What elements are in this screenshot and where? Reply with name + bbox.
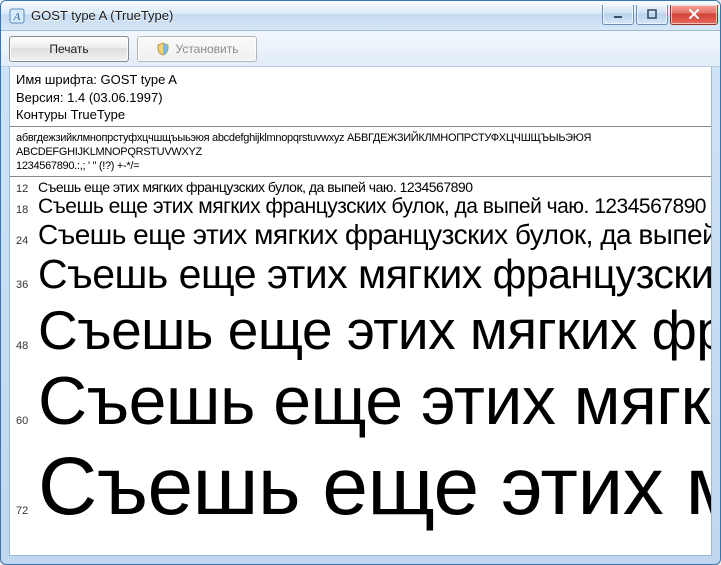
sample-size-label: 48 — [16, 340, 38, 352]
client-area: Имя шрифта: GOST type A Версия: 1.4 (03.… — [9, 67, 712, 556]
install-label: Установить — [176, 42, 239, 56]
sample-size-label: 12 — [16, 183, 38, 195]
sample-row: 18Съешь еще этих мягких французских було… — [10, 195, 711, 219]
sample-row: 60Съешь еще этих мягких французских було… — [10, 362, 711, 440]
sample-size-label: 72 — [16, 505, 38, 517]
sample-size-label: 60 — [16, 415, 38, 427]
sample-text: Съешь еще этих мягких французских булок,… — [38, 362, 711, 440]
glyph-set: абвгдежзийклмнопрстуфхцчшщъыьэюя abcdefg… — [10, 127, 711, 177]
font-name-line: Имя шрифта: GOST type A — [16, 71, 705, 89]
install-button[interactable]: Установить — [137, 36, 257, 62]
glyph-line-2: 1234567890.:,; ' " (!?) +-*/= — [16, 159, 705, 173]
window-controls — [602, 5, 718, 25]
sample-row: 72Съешь еще этих мягких французских було… — [10, 440, 711, 534]
window-title: GOST type A (TrueType) — [31, 8, 602, 23]
sample-row: 48Съешь еще этих мягких французских було… — [10, 298, 711, 362]
sample-text: Съешь еще этих мягких французских булок,… — [38, 251, 711, 298]
sample-text: Съешь еще этих мягких французских булок,… — [38, 298, 711, 362]
toolbar: Печать Установить — [1, 31, 720, 67]
sample-size-label: 36 — [16, 279, 38, 291]
maximize-button[interactable] — [636, 5, 668, 25]
sample-size-label: 18 — [16, 204, 38, 216]
shield-icon — [156, 42, 170, 56]
font-outlines-line: Контуры TrueType — [16, 106, 705, 124]
font-meta: Имя шрифта: GOST type A Версия: 1.4 (03.… — [10, 67, 711, 127]
app-icon: A — [9, 8, 25, 24]
sample-text: Съешь еще этих мягких французских булок,… — [38, 440, 711, 534]
close-button[interactable] — [670, 5, 718, 25]
sample-size-label: 24 — [16, 235, 38, 247]
minimize-button[interactable] — [602, 5, 634, 25]
sample-text: Съешь еще этих мягких французских булок,… — [38, 179, 473, 195]
print-label: Печать — [49, 42, 88, 56]
svg-text:A: A — [13, 11, 21, 23]
print-button[interactable]: Печать — [9, 36, 129, 62]
sample-row: 12Съешь еще этих мягких французских було… — [10, 179, 711, 195]
font-version-line: Версия: 1.4 (03.06.1997) — [16, 89, 705, 107]
sample-text: Съешь еще этих мягких французских булок,… — [38, 195, 706, 219]
titlebar[interactable]: A GOST type A (TrueType) — [1, 1, 720, 31]
sample-text: Съешь еще этих мягких французских булок,… — [38, 219, 711, 251]
glyph-line-1: абвгдежзийклмнопрстуфхцчшщъыьэюя abcdefg… — [16, 131, 705, 160]
sample-list: 12Съешь еще этих мягких французских було… — [10, 177, 711, 555]
font-viewer-window: A GOST type A (TrueType) Печать — [0, 0, 721, 565]
sample-row: 24Съешь еще этих мягких французских було… — [10, 219, 711, 251]
sample-row: 36Съешь еще этих мягких французских було… — [10, 251, 711, 298]
